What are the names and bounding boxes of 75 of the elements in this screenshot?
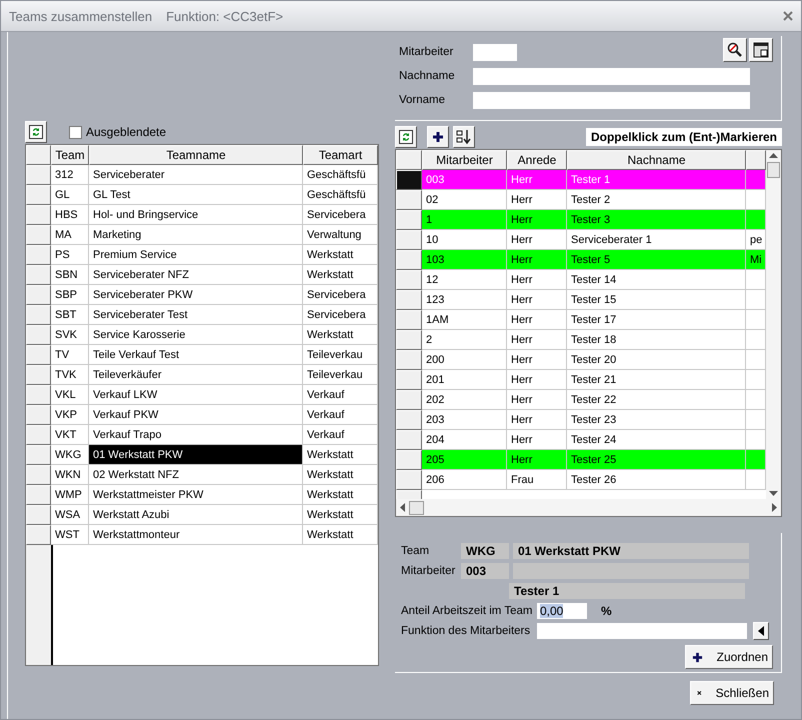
- employee-row[interactable]: 200 Herr Tester 20: [396, 350, 766, 370]
- checkbox-label: Ausgeblendete: [86, 125, 166, 139]
- employee-row[interactable]: 10 Herr Serviceberater 1 pe: [396, 230, 766, 250]
- plus-icon: [432, 131, 444, 143]
- function-label: Funktion des Mitarbeiters: [401, 624, 530, 639]
- table-cell[interactable]: Werkstattmonteur: [89, 525, 303, 545]
- employee-row[interactable]: 203 Herr Tester 23: [396, 410, 766, 430]
- team-code: WKG: [461, 543, 509, 559]
- field-label: Nachname: [399, 69, 456, 84]
- window-button[interactable]: [749, 38, 773, 62]
- employee-label: Mitarbeiter: [401, 564, 456, 579]
- window-icon: [753, 42, 769, 58]
- employee-row[interactable]: 1 Herr Tester 3: [396, 210, 766, 230]
- search-icon: [727, 42, 743, 58]
- team-name: 01 Werkstatt PKW: [513, 543, 749, 559]
- input-field[interactable]: [473, 68, 750, 84]
- column-header[interactable]: Nachname: [567, 150, 746, 170]
- employee-row[interactable]: 02 Herr Tester 2: [396, 190, 766, 210]
- left-arrow-icon: [758, 626, 764, 636]
- employee-name: Tester 1: [509, 583, 745, 599]
- column-header[interactable]: Anrede: [507, 150, 567, 170]
- horizontal-scrollbar[interactable]: [396, 499, 781, 516]
- sort-icon: [456, 129, 472, 145]
- refresh-icon: [399, 130, 413, 144]
- input-field[interactable]: [473, 44, 517, 60]
- function-field[interactable]: [537, 623, 747, 639]
- employee-row[interactable]: 123 Herr Tester 15: [396, 290, 766, 310]
- refresh-icon: [29, 125, 43, 139]
- scroll-left-icon[interactable]: [400, 503, 405, 512]
- table-cell[interactable]: WST: [51, 525, 89, 545]
- column-header[interactable]: Teamart: [303, 145, 378, 165]
- add-button[interactable]: [427, 126, 449, 148]
- close-icon[interactable]: [783, 11, 793, 21]
- refresh-button[interactable]: [395, 126, 417, 148]
- refresh-button[interactable]: [25, 121, 47, 143]
- sort-button[interactable]: [453, 126, 475, 148]
- field-label: Mitarbeiter: [399, 45, 454, 60]
- scroll-thumb[interactable]: [409, 500, 424, 514]
- team-label: Team: [401, 544, 430, 559]
- close-button[interactable]: Schließen: [690, 681, 774, 705]
- employee-row[interactable]: 204 Herr Tester 24: [396, 430, 766, 450]
- employee-code: 003: [461, 563, 509, 579]
- scroll-right-icon[interactable]: [772, 503, 777, 512]
- table-cell[interactable]: Werkstatt: [303, 525, 378, 545]
- hidden-checkbox[interactable]: [69, 126, 82, 138]
- window-title: Teams zusammenstellen: [9, 8, 152, 24]
- employee-row[interactable]: 2 Herr Tester 18: [396, 330, 766, 350]
- employee-row[interactable]: 202 Herr Tester 22: [396, 390, 766, 410]
- column-header[interactable]: Team: [51, 145, 89, 165]
- scroll-thumb[interactable]: [767, 162, 780, 178]
- table-cell[interactable]: 01 Werkstatt PKW: [89, 445, 303, 465]
- column-header[interactable]: [746, 150, 766, 170]
- column-header[interactable]: Teamname: [89, 145, 303, 165]
- employee-row[interactable]: 206 Frau Tester 26: [396, 470, 766, 490]
- share-field[interactable]: 0,00: [537, 603, 587, 619]
- field-label: Vorname: [399, 93, 446, 108]
- column-header[interactable]: Mitarbeiter: [422, 150, 507, 170]
- employee-row[interactable]: 103 Herr Tester 5 Mi: [396, 250, 766, 270]
- employee-row[interactable]: 1AM Herr Tester 17: [396, 310, 766, 330]
- window-subtitle: Funktion: <CC3etF>: [166, 8, 284, 24]
- dropdown-button[interactable]: [753, 622, 769, 640]
- vertical-scrollbar[interactable]: [766, 150, 781, 499]
- employee-row[interactable]: 12 Herr Tester 14: [396, 270, 766, 290]
- row-header[interactable]: [396, 170, 422, 190]
- search-button[interactable]: [723, 38, 747, 62]
- percent-unit: %: [601, 604, 612, 618]
- assign-button[interactable]: Zuordnen: [684, 645, 773, 669]
- input-field[interactable]: [473, 92, 750, 108]
- scroll-up-icon[interactable]: [769, 153, 778, 158]
- share-label: Anteil Arbeitszeit im Team: [401, 604, 532, 619]
- plus-icon: [692, 652, 703, 662]
- scroll-down-icon[interactable]: [769, 491, 778, 496]
- hint-label: Doppelklick zum (Ent-)Markieren: [586, 128, 782, 146]
- employee-row[interactable]: 205 Herr Tester 25: [396, 450, 766, 470]
- employee-row[interactable]: 201 Herr Tester 21: [396, 370, 766, 390]
